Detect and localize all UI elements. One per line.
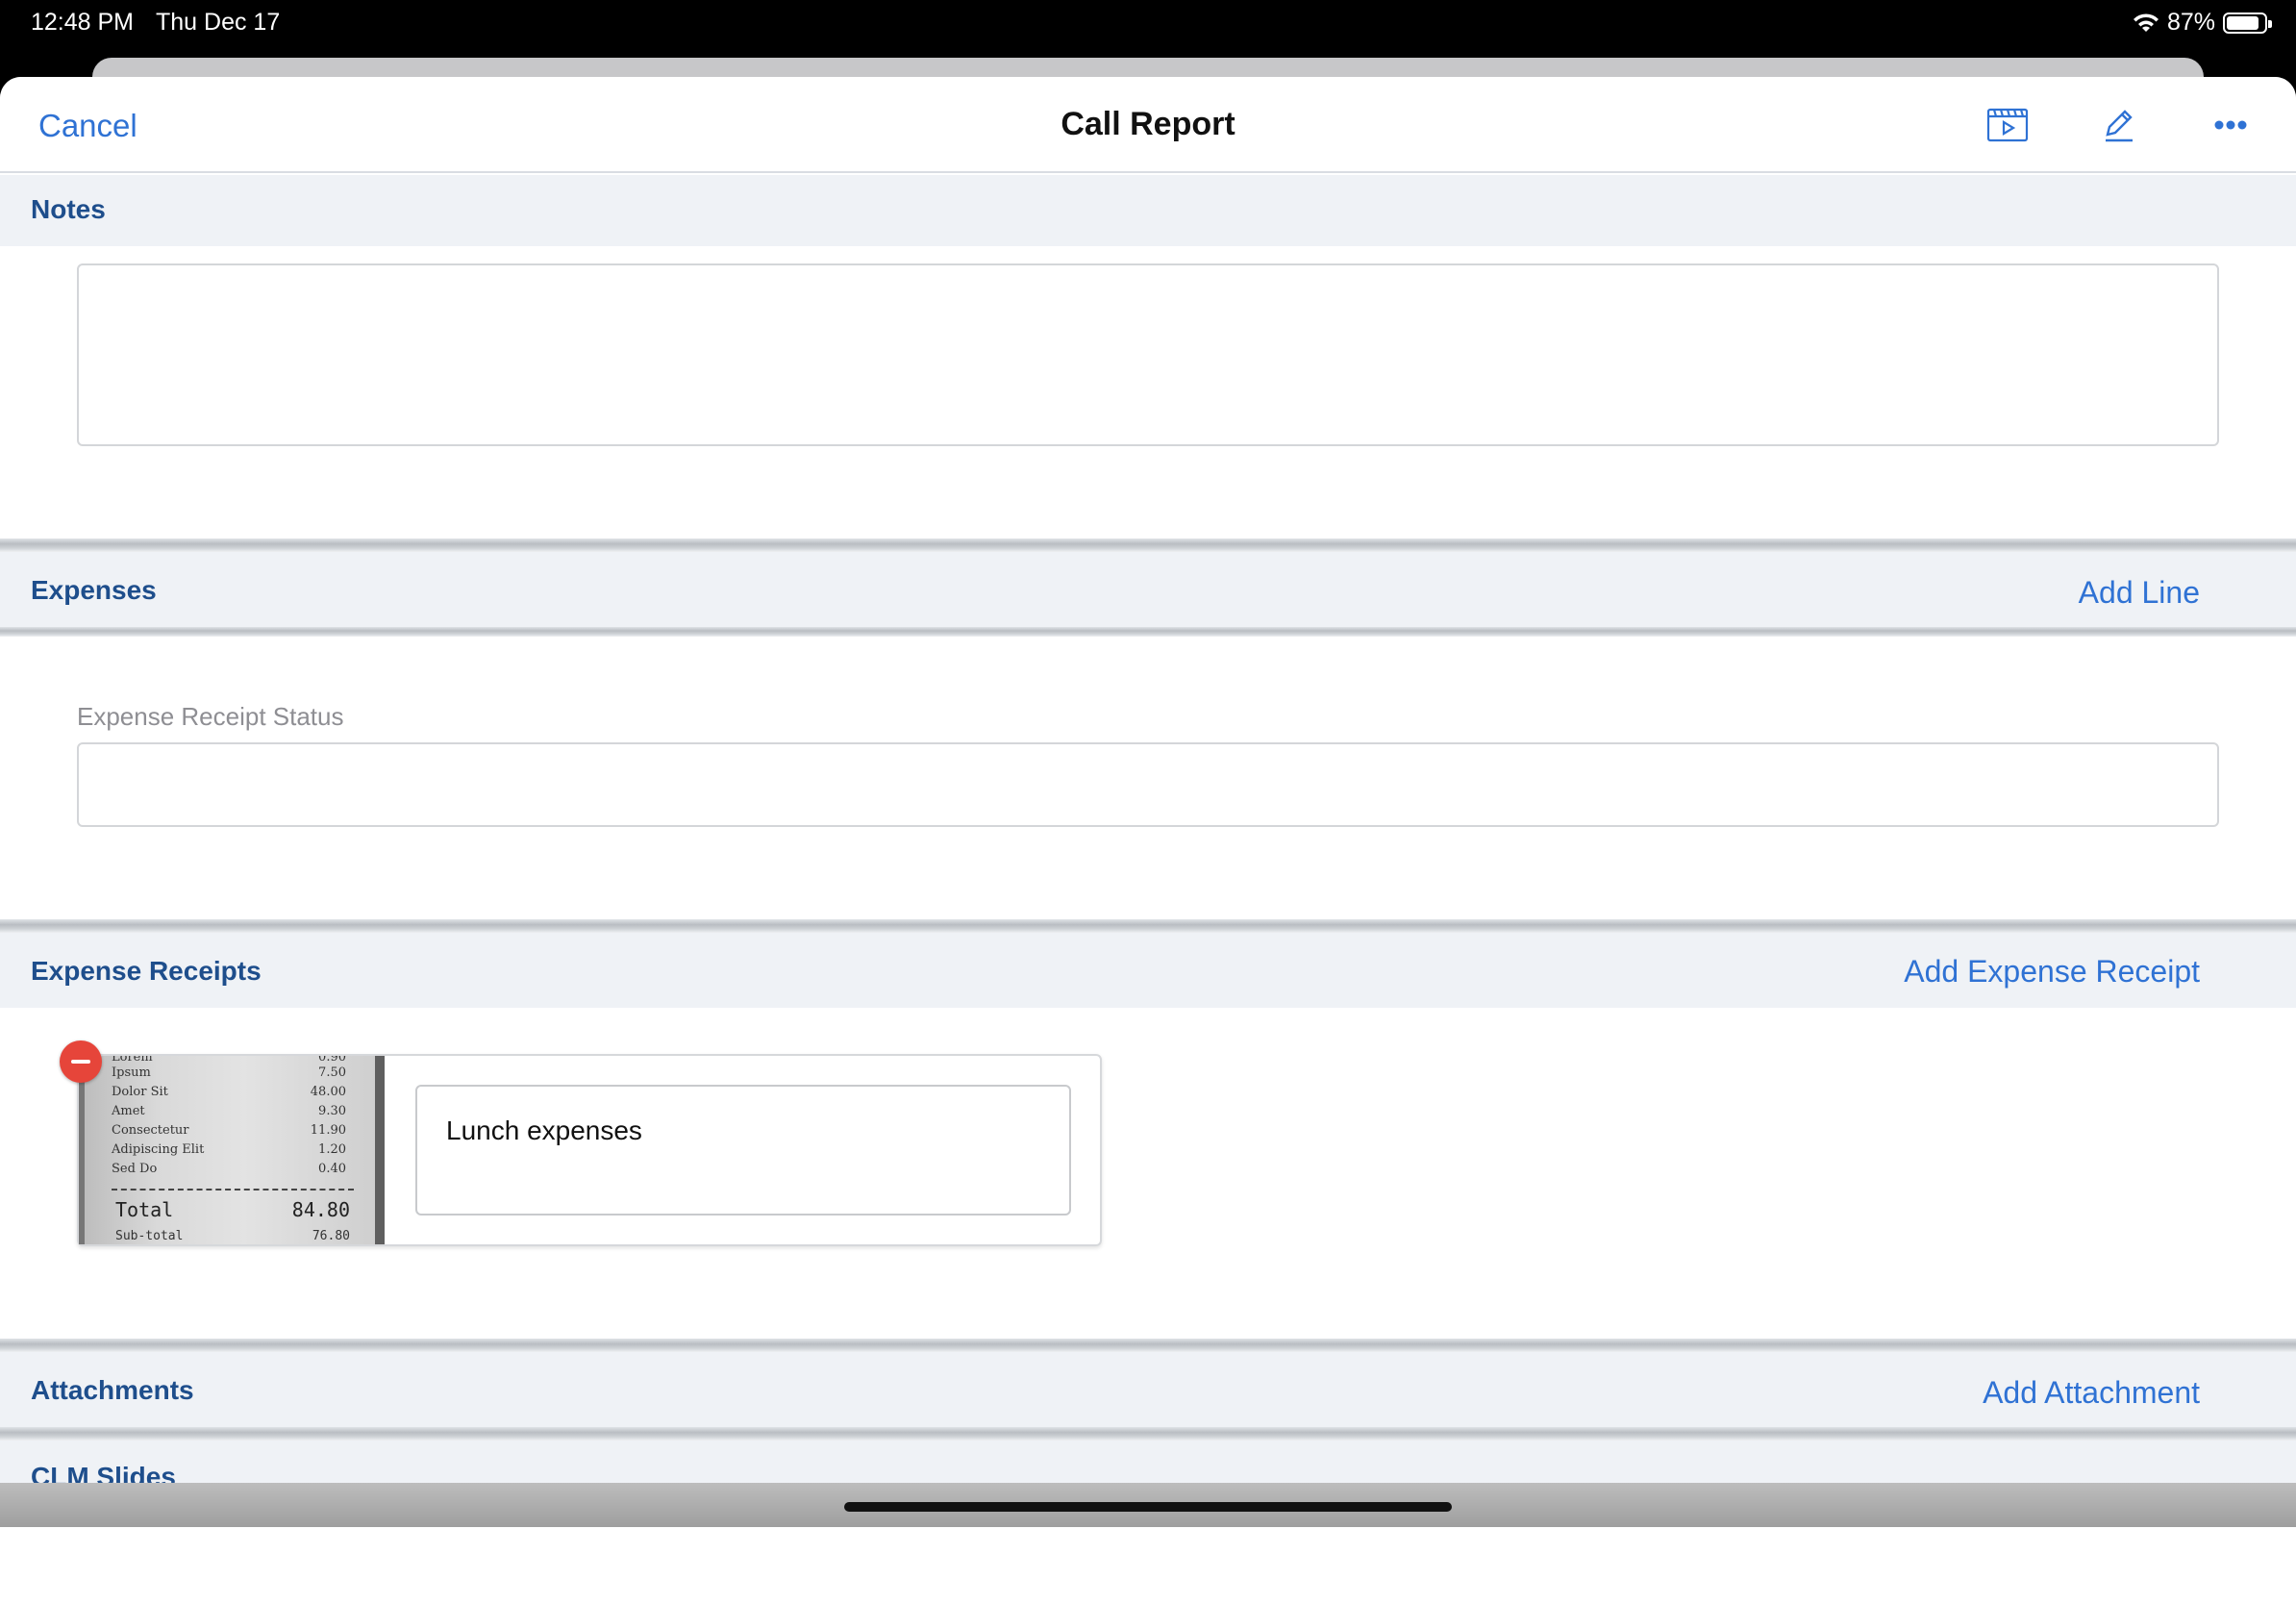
receipt-subtotal: Sub-total 76.80 — [115, 1229, 350, 1243]
section-divider — [0, 627, 2296, 637]
add-expense-receipt-button[interactable]: Add Expense Receipt — [1904, 954, 2200, 990]
section-divider — [0, 539, 2296, 552]
receipt-total: Total 84.80 — [115, 1198, 350, 1221]
expense-receipt-status-label: Expense Receipt Status — [77, 702, 344, 731]
media-player-icon[interactable] — [1984, 102, 2031, 148]
more-icon[interactable] — [2208, 102, 2254, 148]
receipt-dashed-rule — [112, 1189, 354, 1190]
receipt-line: Ipsum 7.50 — [112, 1065, 346, 1080]
expense-receipt-status-field[interactable] — [77, 742, 2219, 827]
receipt-line: Dolor Sit 48.00 — [112, 1085, 346, 1099]
notes-field[interactable] — [77, 263, 2219, 446]
call-report-sheet: Cancel Call Report Notes Expenses Add Li… — [0, 77, 2296, 1604]
attachments-section-title: Attachments — [31, 1375, 194, 1405]
attachments-section-header: Attachments Add Attachment — [0, 1352, 2296, 1427]
section-divider — [0, 1339, 2296, 1352]
status-right: 87% — [2133, 9, 2272, 37]
section-divider — [0, 1427, 2296, 1441]
wifi-icon — [2133, 13, 2159, 32]
receipt-image[interactable]: Lorem 0.90 Ipsum 7.50 Dolor Sit 48.00 Amet 9… — [79, 1056, 385, 1244]
status-bar: 12:48 PM Thu Dec 17 87% — [0, 0, 2296, 46]
receipt-description-field[interactable]: Lunch expenses — [415, 1085, 1071, 1216]
status-time: 12:48 PM — [31, 9, 135, 36]
remove-receipt-icon[interactable] — [60, 1040, 102, 1083]
battery-icon — [2223, 12, 2272, 34]
receipt-line: Adipiscing Elit 1.20 — [112, 1142, 346, 1157]
page-title: Call Report — [1061, 106, 1235, 142]
expenses-section-title: Expenses — [31, 575, 157, 605]
pencil-icon[interactable] — [2096, 102, 2142, 148]
status-date: Thu Dec 17 — [156, 9, 281, 36]
navigation-bar: Cancel Call Report — [0, 77, 2296, 173]
receipt-line: Consectetur 11.90 — [112, 1123, 346, 1138]
notes-section-header: Notes — [0, 175, 2296, 246]
expense-receipts-section-header: Expense Receipts Add Expense Receipt — [0, 933, 2296, 1008]
expense-receipts-section-title: Expense Receipts — [31, 956, 262, 986]
home-indicator[interactable] — [844, 1502, 1452, 1512]
receipt-line: Sed Do 0.40 — [112, 1162, 346, 1176]
battery-percent: 87% — [2166, 9, 2215, 36]
receipt-description: Lunch expenses — [446, 1115, 642, 1145]
receipt-line: Lorem 0.90 — [112, 1056, 346, 1065]
section-divider — [0, 919, 2296, 933]
expenses-section-header: Expenses Add Line — [0, 552, 2296, 627]
add-attachment-button[interactable]: Add Attachment — [1983, 1375, 2200, 1411]
notes-section-title: Notes — [31, 194, 106, 224]
add-line-button[interactable]: Add Line — [2079, 575, 2200, 611]
receipt-line: Amet 9.30 — [112, 1104, 346, 1118]
